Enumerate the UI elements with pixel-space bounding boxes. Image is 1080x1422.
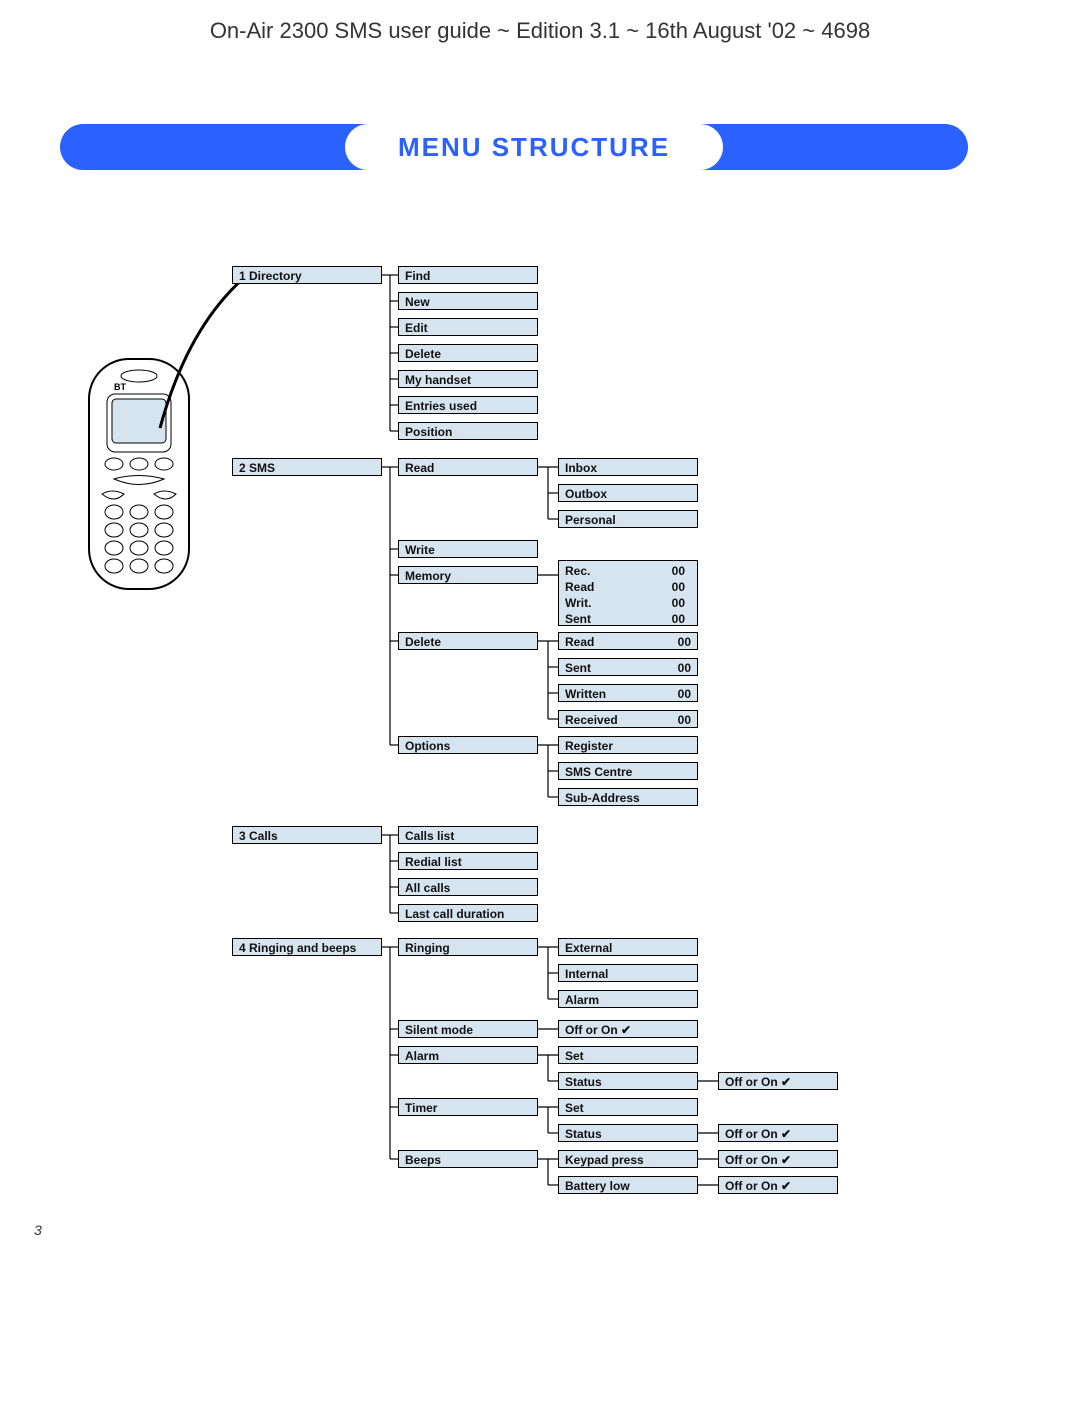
item-memory-values: Rec. 00 Read 00 Writ. 00 Sent 00 bbox=[558, 560, 698, 626]
item-keypad-offon: Off or On ✔ bbox=[718, 1150, 838, 1168]
item-timer-status: Status bbox=[558, 1124, 698, 1142]
item-calls-list: Calls list bbox=[398, 826, 538, 844]
item-alarm: Alarm bbox=[398, 1046, 538, 1064]
item-timer: Timer bbox=[398, 1098, 538, 1116]
item-del-read: Read 00 bbox=[558, 632, 698, 650]
item-sms-centre: SMS Centre bbox=[558, 762, 698, 780]
page-header: On-Air 2300 SMS user guide ~ Edition 3.1… bbox=[0, 0, 1080, 44]
del-written-val: 00 bbox=[678, 685, 697, 703]
item-del-received: Received 00 bbox=[558, 710, 698, 728]
section-title: MENU STRUCTURE bbox=[345, 124, 723, 170]
item-alarm-status-offon: Off or On ✔ bbox=[718, 1072, 838, 1090]
item-read: Read bbox=[398, 458, 538, 476]
item-edit: Edit bbox=[398, 318, 538, 336]
menu-sms: 2 SMS bbox=[232, 458, 382, 476]
item-external: External bbox=[558, 938, 698, 956]
mem-read-label: Read bbox=[565, 580, 594, 594]
item-entries-used: Entries used bbox=[398, 396, 538, 414]
item-alarm-set: Set bbox=[558, 1046, 698, 1064]
mem-rec-label: Rec. bbox=[565, 564, 590, 578]
item-ring-alarm: Alarm bbox=[558, 990, 698, 1008]
del-read-label: Read bbox=[565, 635, 594, 649]
item-silent-offon: Off or On ✔ bbox=[558, 1020, 698, 1038]
menu-directory: 1 Directory bbox=[232, 266, 382, 284]
mem-rec-val: 00 bbox=[672, 563, 691, 579]
item-del-sent: Sent 00 bbox=[558, 658, 698, 676]
item-inbox: Inbox bbox=[558, 458, 698, 476]
item-keypad-press: Keypad press bbox=[558, 1150, 698, 1168]
item-delete: Delete bbox=[398, 344, 538, 362]
item-memory: Memory bbox=[398, 566, 538, 584]
item-alarm-status: Status bbox=[558, 1072, 698, 1090]
menu-calls: 3 Calls bbox=[232, 826, 382, 844]
svg-text:BT: BT bbox=[114, 382, 126, 392]
item-position: Position bbox=[398, 422, 538, 440]
mem-sent-label: Sent bbox=[565, 612, 591, 626]
item-outbox: Outbox bbox=[558, 484, 698, 502]
item-battery-offon: Off or On ✔ bbox=[718, 1176, 838, 1194]
item-del-written: Written 00 bbox=[558, 684, 698, 702]
menu-ringing-beeps: 4 Ringing and beeps bbox=[232, 938, 382, 956]
mem-writ-label: Writ. bbox=[565, 596, 591, 610]
del-sent-label: Sent bbox=[565, 661, 591, 675]
item-redial-list: Redial list bbox=[398, 852, 538, 870]
page-number: 3 bbox=[34, 1222, 42, 1238]
item-timer-status-offon: Off or On ✔ bbox=[718, 1124, 838, 1142]
item-new: New bbox=[398, 292, 538, 310]
item-silent-mode: Silent mode bbox=[398, 1020, 538, 1038]
del-received-val: 00 bbox=[678, 711, 697, 729]
item-ringing: Ringing bbox=[398, 938, 538, 956]
item-personal: Personal bbox=[558, 510, 698, 528]
item-last-call-duration: Last call duration bbox=[398, 904, 538, 922]
item-battery-low: Battery low bbox=[558, 1176, 698, 1194]
del-read-val: 00 bbox=[678, 633, 697, 651]
connector-lines bbox=[0, 0, 1080, 1422]
item-sub-address: Sub-Address bbox=[558, 788, 698, 806]
del-received-label: Received bbox=[565, 713, 618, 727]
item-my-handset: My handset bbox=[398, 370, 538, 388]
item-beeps: Beeps bbox=[398, 1150, 538, 1168]
handset-illustration: BT bbox=[84, 354, 194, 594]
item-all-calls: All calls bbox=[398, 878, 538, 896]
item-options: Options bbox=[398, 736, 538, 754]
item-internal: Internal bbox=[558, 964, 698, 982]
mem-read-val: 00 bbox=[672, 579, 691, 595]
item-find: Find bbox=[398, 266, 538, 284]
item-write: Write bbox=[398, 540, 538, 558]
del-written-label: Written bbox=[565, 687, 606, 701]
mem-sent-val: 00 bbox=[672, 611, 691, 627]
item-delete-sms: Delete bbox=[398, 632, 538, 650]
item-timer-set: Set bbox=[558, 1098, 698, 1116]
item-register: Register bbox=[558, 736, 698, 754]
mem-writ-val: 00 bbox=[672, 595, 691, 611]
del-sent-val: 00 bbox=[678, 659, 697, 677]
